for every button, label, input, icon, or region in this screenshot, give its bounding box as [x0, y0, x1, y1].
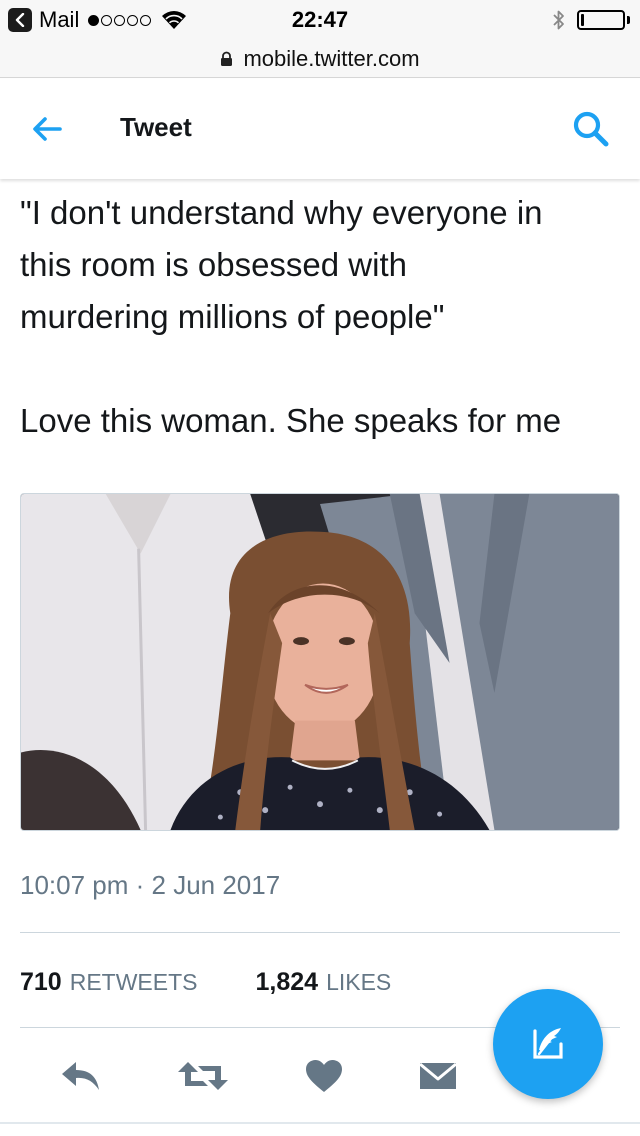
- retweet-button[interactable]: [176, 1056, 230, 1096]
- battery-icon: [577, 10, 625, 30]
- tweet-text-line: Love this woman. She speaks for me: [20, 402, 562, 439]
- lock-icon: [221, 51, 233, 66]
- compose-tweet-icon: [533, 1028, 563, 1059]
- arrow-left-icon[interactable]: [30, 113, 64, 145]
- reply-button[interactable]: [58, 1056, 104, 1096]
- reply-icon: [62, 1062, 99, 1090]
- tweet-text-line: "I don't understand why everyone in: [20, 194, 543, 231]
- tweet-text-line: murdering millions of people": [20, 298, 445, 335]
- like-button[interactable]: [304, 1056, 344, 1096]
- retweet-icon: [178, 1062, 228, 1090]
- retweet-count-value: 710: [20, 967, 62, 996]
- page-title: Tweet: [120, 112, 192, 142]
- tweet-text-line: this room is obsessed with: [20, 246, 407, 283]
- battery-nub: [627, 16, 630, 24]
- like-count[interactable]: 1,824 LIKES: [256, 968, 392, 997]
- divider: [20, 932, 620, 933]
- retweet-count[interactable]: 710 RETWEETS: [20, 968, 198, 997]
- like-icon: [306, 1060, 342, 1092]
- photo-image: [21, 494, 619, 830]
- tweet-timestamp[interactable]: 10:07 pm · 2 Jun 2017: [20, 870, 280, 901]
- bluetooth-icon: [553, 10, 564, 30]
- browser-url-bar[interactable]: mobile.twitter.com: [0, 40, 640, 78]
- battery-level: [581, 14, 584, 26]
- retweet-count-label: RETWEETS: [69, 968, 198, 995]
- status-bar: Mail 22:47: [0, 0, 640, 40]
- url-text[interactable]: mobile.twitter.com: [243, 46, 419, 72]
- status-bar-right: [551, 8, 630, 32]
- tweet-text: "I don't understand why everyone in this…: [20, 187, 620, 447]
- page-header: Tweet: [0, 79, 640, 179]
- bottom-divider: [0, 1122, 640, 1124]
- compose-tweet-button[interactable]: [493, 989, 603, 1099]
- direct-message-icon: [419, 1062, 457, 1089]
- direct-message-button[interactable]: [418, 1056, 458, 1096]
- tweet-photo[interactable]: [20, 493, 620, 831]
- status-time: 22:47: [291, 7, 349, 32]
- like-count-label: LIKES: [326, 968, 392, 995]
- tweet-stats: 710 RETWEETS 1,824 LIKES: [20, 964, 449, 1000]
- search-icon[interactable]: [570, 109, 614, 149]
- like-count-value: 1,824: [255, 967, 319, 996]
